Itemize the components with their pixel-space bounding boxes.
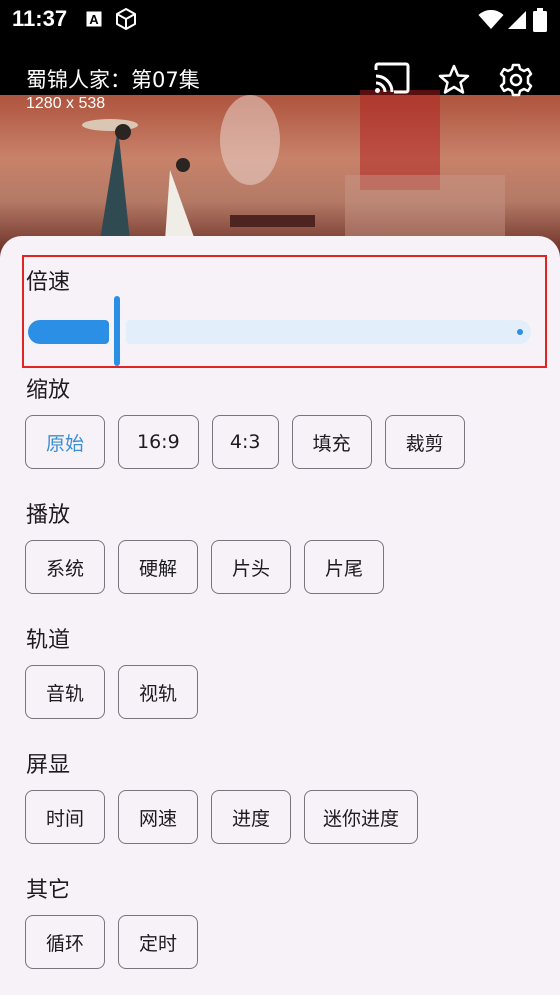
playback-intro-button[interactable]: 片头 [211,540,291,594]
display-title: 屏显 [26,753,71,778]
zoom-fill-button[interactable]: 填充 [291,415,372,469]
display-net-speed-button[interactable]: 网速 [118,790,198,844]
playback-options: 系统 硬解 片头 片尾 [25,540,384,594]
speed-slider-handle[interactable] [114,296,120,366]
other-options: 循环 定时 [25,915,198,969]
cast-icon[interactable] [374,62,410,94]
display-progress-button[interactable]: 进度 [211,790,291,844]
zoom-crop-button[interactable]: 裁剪 [384,415,465,469]
wifi-icon [478,10,504,29]
display-time-button[interactable]: 时间 [25,790,105,844]
speed-slider-stop-indicator [517,329,523,335]
svg-text:A: A [89,12,99,27]
video-track-button[interactable]: 视轨 [118,665,198,719]
zoom-16-9-button[interactable]: 16:9 [118,415,199,469]
video-resolution: 1280 x 538 [26,95,106,112]
battery-icon [533,8,547,32]
status-bar: 11:37 A [0,0,560,40]
playback-hardware-decode-button[interactable]: 硬解 [118,540,198,594]
gear-icon[interactable] [499,63,533,97]
playback-system-button[interactable]: 系统 [25,540,105,594]
tracks-title: 轨道 [26,628,71,653]
video-player[interactable]: 蜀锦人家：第07集 1280 x 538 [0,40,560,255]
zoom-original-button[interactable]: 原始 [25,415,105,469]
other-title: 其它 [26,878,71,903]
playback-title: 播放 [26,503,71,528]
loop-button[interactable]: 循环 [25,915,105,969]
speed-slider-inactive-track[interactable] [126,320,531,344]
zoom-options: 原始 16:9 4:3 填充 裁剪 [25,415,465,469]
video-title: 蜀锦人家：第07集 [26,68,200,92]
display-mini-progress-button[interactable]: 迷你进度 [304,790,419,844]
playback-outro-button[interactable]: 片尾 [304,540,384,594]
cellular-signal-icon [508,11,526,29]
star-icon[interactable] [438,64,470,94]
speed-slider[interactable] [28,296,533,366]
zoom-title: 缩放 [26,378,71,403]
speed-slider-active-track [28,320,109,344]
audio-track-button[interactable]: 音轨 [25,665,105,719]
display-options: 时间 网速 进度 迷你进度 [25,790,419,844]
speed-title: 倍速 [26,270,71,295]
font-app-icon: A [86,11,102,27]
tracks-options: 音轨 视轨 [25,665,198,719]
cube-icon [116,8,136,30]
settings-sheet: 倍速 缩放 原始 16:9 4:3 填充 裁剪 播放 系统 硬解 片头 片尾 轨… [0,236,560,995]
zoom-4-3-button[interactable]: 4:3 [211,415,279,469]
timer-button[interactable]: 定时 [118,915,198,969]
status-time: 11:37 [12,6,68,31]
